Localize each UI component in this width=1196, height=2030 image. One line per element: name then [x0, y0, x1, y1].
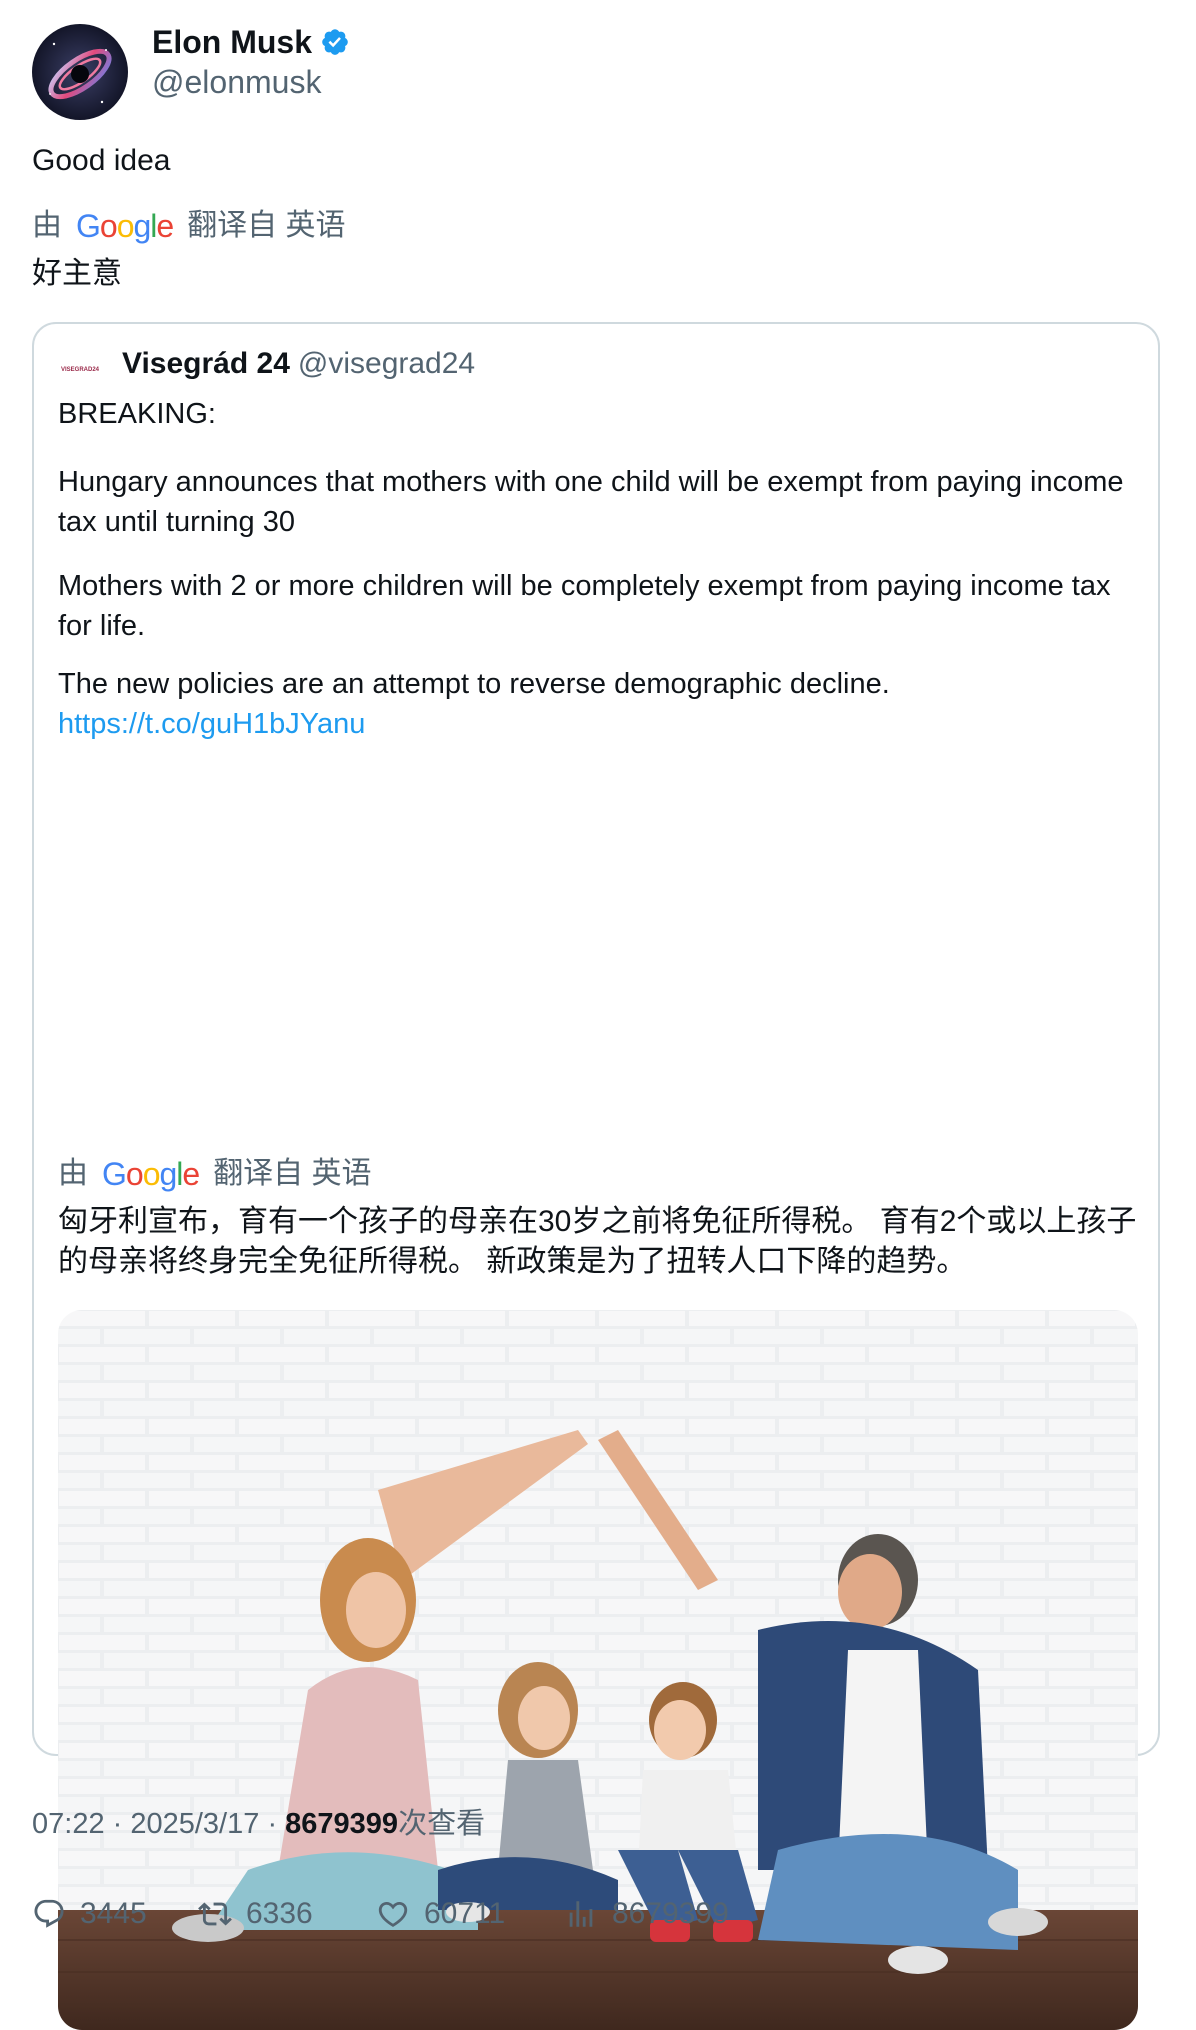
quoted-paragraph: BREAKING: [58, 398, 216, 430]
quoted-author-avatar[interactable]: VISEGRAD24 [56, 350, 104, 390]
retweet-button[interactable]: 6336 [198, 1894, 313, 1934]
author-avatar[interactable] [32, 24, 128, 120]
tweet-time[interactable]: 07:22 [32, 1808, 105, 1840]
reply-button[interactable]: 3445 [32, 1894, 147, 1934]
verified-badge-icon [322, 29, 348, 55]
quoted-paragraph: Mothers with 2 or more children will be … [58, 570, 1111, 642]
quoted-tweet-text: BREAKING: Hungary announces that mothers… [58, 394, 1138, 744]
tweet: Elon Musk @elonmusk Good idea 由 Google 翻… [0, 0, 1196, 2030]
author-name-text: Elon Musk [152, 24, 313, 60]
tweet-metadata: 07:22 · 2025/3/17 · 8679399次查看 [32, 1804, 485, 1844]
quoted-avatar-label: VISEGRAD24 [60, 367, 99, 373]
retweet-count: 6336 [246, 1897, 313, 1930]
reply-icon [34, 1899, 64, 1928]
google-logo: Google [76, 208, 174, 244]
action-bar: 3445 6336 60711 8679399 [32, 1894, 1172, 1934]
reply-count: 3445 [80, 1897, 147, 1930]
author-name[interactable]: Elon Musk [152, 22, 350, 62]
quoted-tweet-card[interactable]: VISEGRAD24 Visegrád 24 @visegrad24 BREAKI… [32, 322, 1160, 2030]
analytics-icon [569, 1901, 593, 1927]
heart-icon [378, 1901, 408, 1927]
translated-by-suffix: 翻译自 英语 [187, 209, 346, 242]
quoted-translated-by-prefix: 由 [58, 1157, 88, 1190]
retweet-icon [198, 1902, 232, 1926]
quoted-author-name: Visegrád 24 [122, 347, 290, 380]
quoted-author-handle: @visegrad24 [297, 347, 476, 380]
quoted-translated-by[interactable]: 由 Google 翻译自 英语 [58, 1154, 372, 1194]
views-button[interactable]: 8679399 [564, 1894, 729, 1934]
views-count-action: 8679399 [612, 1897, 729, 1930]
quoted-tweet-link[interactable]: https://t.co/guH1bJYanu [58, 708, 365, 740]
avatar-image [32, 24, 128, 120]
quoted-author[interactable]: Visegrád 24 @visegrad24 [122, 344, 475, 384]
translated-by[interactable]: 由 Google 翻译自 英语 [32, 206, 346, 246]
quoted-paragraph: Hungary announces that mothers with one … [58, 466, 1124, 538]
quoted-translated-by-suffix: 翻译自 英语 [213, 1157, 372, 1190]
meta-separator: · [112, 1808, 131, 1840]
google-logo: Google [102, 1156, 200, 1192]
like-count: 60711 [424, 1897, 506, 1930]
views-label: 次查看 [398, 1808, 486, 1840]
meta-separator: · [267, 1808, 286, 1840]
quoted-tweet-translation: 匈牙利宣布，育有一个孩子的母亲在30岁之前将免征所得税。 育有2个或以上孩子的母… [58, 1205, 1137, 1278]
tweet-date[interactable]: 2025/3/17 [130, 1808, 259, 1840]
tweet-text: Good idea [32, 144, 171, 177]
tweet-translation: 好主意 [32, 257, 122, 290]
translated-by-prefix: 由 [32, 209, 62, 242]
quoted-paragraph: The new policies are an attempt to rever… [58, 668, 890, 700]
like-button[interactable]: 60711 [376, 1894, 505, 1934]
views-count: 8679399 [285, 1808, 399, 1840]
author-handle[interactable]: @elonmusk [152, 62, 321, 102]
